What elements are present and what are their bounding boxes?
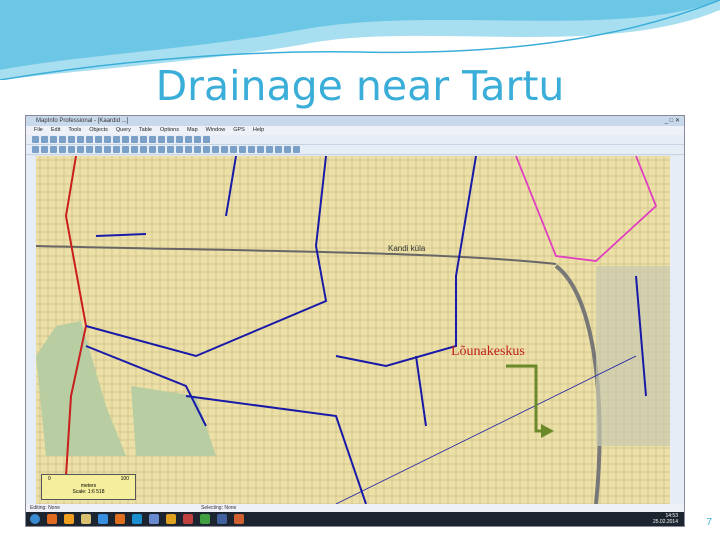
menu-options[interactable]: Options [160, 126, 179, 135]
access-icon[interactable] [183, 514, 193, 524]
menu-gps[interactable]: GPS [233, 126, 245, 135]
drawing-toolbar[interactable] [26, 145, 684, 155]
menu-window[interactable]: Window [206, 126, 226, 135]
slide-number: 7 [706, 517, 712, 528]
scale-bar: 0 100 meters Scale: 1:6 518 [41, 474, 136, 500]
menu-edit[interactable]: Edit [51, 126, 60, 135]
firefox-icon[interactable] [47, 514, 57, 524]
window-controls[interactable]: _ □ ✕ [665, 116, 680, 126]
scale-end: 100 [120, 476, 129, 482]
menu-tools[interactable]: Tools [68, 126, 81, 135]
map-view[interactable]: Kandi küla Lõunakeskus 0 100 meters Scale… [36, 156, 672, 504]
map-canvas: Kandi küla [36, 156, 672, 504]
taskbar: 14:53 25.02.2014 [26, 512, 684, 526]
standard-toolbar[interactable] [26, 135, 684, 145]
outlook-icon[interactable] [166, 514, 176, 524]
left-toolbar[interactable] [26, 156, 36, 504]
right-toolbar[interactable] [670, 156, 684, 504]
menu-query[interactable]: Query [116, 126, 131, 135]
explorer-icon[interactable] [81, 514, 91, 524]
media-icon[interactable] [115, 514, 125, 524]
scale-ratio: Scale: 1:6 518 [72, 489, 105, 495]
mapinfo-icon[interactable] [149, 514, 159, 524]
globe-icon[interactable] [217, 514, 227, 524]
excel-icon[interactable] [200, 514, 210, 524]
built-area [596, 266, 672, 446]
menu-table[interactable]: Table [139, 126, 152, 135]
system-tray[interactable]: 14:53 25.02.2014 [653, 513, 678, 525]
app-icon[interactable] [64, 514, 74, 524]
scale-start: 0 [48, 476, 51, 482]
window-titlebar: MapInfo Professional - [Kaardid ...] _ □ … [26, 116, 684, 126]
mapinfo-window: MapInfo Professional - [Kaardid ...] _ □ … [25, 115, 685, 527]
powerpoint-icon[interactable] [234, 514, 244, 524]
village-label: Kandi küla [388, 244, 426, 253]
window-title: MapInfo Professional - [Kaardid ...] [36, 118, 129, 124]
menu-map[interactable]: Map [187, 126, 198, 135]
menu-file[interactable]: File [34, 126, 43, 135]
slide-title: Drainage near Tartu [155, 62, 565, 110]
menu-bar: File Edit Tools Objects Query Table Opti… [26, 126, 684, 135]
start-button-icon[interactable] [30, 514, 40, 524]
menu-help[interactable]: Help [253, 126, 264, 135]
menu-objects[interactable]: Objects [89, 126, 108, 135]
mall-label: Lõunakeskus [451, 344, 525, 359]
skype-icon[interactable] [132, 514, 142, 524]
ie-icon[interactable] [98, 514, 108, 524]
clock-date: 25.02.2014 [652, 519, 678, 525]
